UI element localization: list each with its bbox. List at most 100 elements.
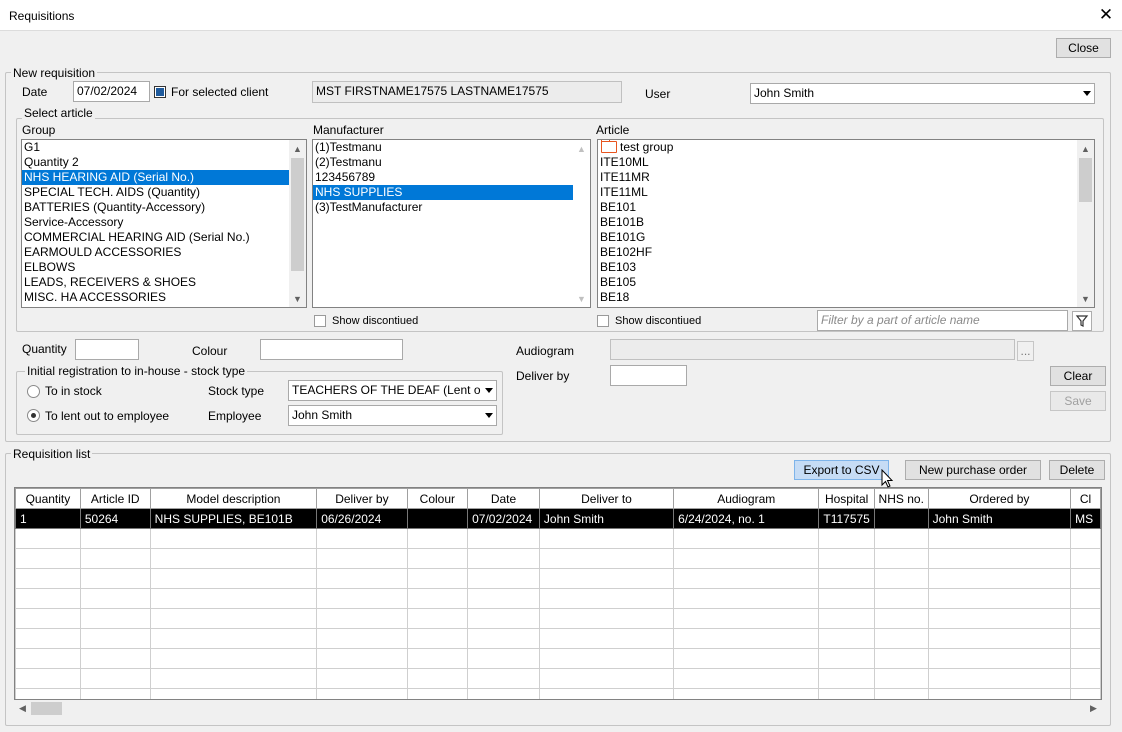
article-list-item[interactable]: ITE11ML xyxy=(598,185,1094,200)
table-cell xyxy=(538,688,675,699)
clear-button[interactable]: Clear xyxy=(1050,366,1106,386)
column-header[interactable]: Colour xyxy=(406,488,469,509)
article-listbox[interactable]: test group ITE10ML ITE11MR ITE11ML BE101 BE1… xyxy=(597,139,1095,308)
group-list-item[interactable]: EARMOULD ACCESSORIES xyxy=(22,245,306,260)
group-list-item[interactable]: Service-Accessory xyxy=(22,215,306,230)
column-header[interactable]: Hospital xyxy=(818,488,875,509)
group-list-item[interactable]: SPECIAL TECH. AIDS (Quantity) xyxy=(22,185,306,200)
chevron-down-icon[interactable] xyxy=(481,381,496,400)
scroll-right-icon[interactable]: ▶ xyxy=(1085,700,1102,717)
stock-type-value: TEACHERS OF THE DEAF (Lent o xyxy=(292,383,481,397)
column-header[interactable]: Date xyxy=(467,488,540,509)
article-list-item[interactable]: BE101G xyxy=(598,230,1094,245)
article-list-item[interactable]: ITE11MR xyxy=(598,170,1094,185)
quantity-field[interactable] xyxy=(75,339,139,360)
table-cell xyxy=(818,648,875,669)
scroll-up-icon[interactable]: ▲ xyxy=(1077,140,1094,157)
table-cell xyxy=(15,588,81,609)
article-list-item[interactable]: BE101 xyxy=(598,200,1094,215)
save-button[interactable]: Save xyxy=(1050,391,1106,411)
delete-button[interactable]: Delete xyxy=(1049,460,1105,480)
table-cell xyxy=(15,548,81,569)
for-selected-client-checkbox[interactable] xyxy=(154,86,166,98)
group-listbox[interactable]: G1 Quantity 2 NHS HEARING AID (Serial No.)… xyxy=(21,139,307,308)
table-cell: NHS SUPPLIES, BE101B xyxy=(149,508,318,529)
to-in-stock-radio[interactable] xyxy=(27,385,40,398)
scroll-down-icon[interactable]: ▼ xyxy=(289,290,306,307)
article-folder-item[interactable]: test group xyxy=(598,140,1094,155)
chevron-down-icon[interactable] xyxy=(1079,84,1094,103)
manufacturer-list-item[interactable]: NHS SUPPLIES xyxy=(313,185,590,200)
group-list-item[interactable]: G1 xyxy=(22,140,306,155)
manufacturer-list-item[interactable]: (3)TestManufacturer xyxy=(313,200,590,215)
column-header[interactable]: Audiogram xyxy=(673,488,820,509)
table-row[interactable]: 1 50264 NHS SUPPLIES, BE101B 06/26/2024 07/0… xyxy=(15,508,1101,529)
article-scrollbar[interactable]: ▲ ▼ xyxy=(1077,140,1094,307)
article-list-item[interactable]: BE18 xyxy=(598,290,1094,305)
scroll-thumb[interactable] xyxy=(291,158,304,271)
column-header[interactable]: Article ID xyxy=(79,488,151,509)
user-label: User xyxy=(645,87,671,101)
column-header[interactable]: Deliver to xyxy=(538,488,675,509)
group-list-item[interactable]: NHS HEARING AID (Serial No.) xyxy=(22,170,306,185)
manufacturer-list-item[interactable]: (2)Testmanu xyxy=(313,155,590,170)
deliver-by-field[interactable] xyxy=(610,365,687,386)
column-header[interactable]: Cl xyxy=(1070,488,1101,509)
chevron-down-icon[interactable] xyxy=(481,406,496,425)
funnel-icon[interactable] xyxy=(1072,311,1092,331)
group-list-item[interactable]: LEADS, RECEIVERS & SHOES xyxy=(22,275,306,290)
group-scrollbar[interactable]: ▲ ▼ xyxy=(289,140,306,307)
article-filter-input[interactable]: Filter by a part of article name xyxy=(817,310,1068,331)
column-header[interactable]: NHS no. xyxy=(873,488,929,509)
table-cell xyxy=(1070,628,1101,649)
table-cell xyxy=(149,668,318,689)
scroll-down-icon[interactable]: ▼ xyxy=(1077,290,1094,307)
scroll-up-icon[interactable]: ▲ xyxy=(289,140,306,157)
scroll-up-icon[interactable]: ▲ xyxy=(573,140,590,157)
audiogram-browse-button[interactable]: ... xyxy=(1017,341,1034,361)
scroll-left-icon[interactable]: ◀ xyxy=(14,700,31,717)
article-show-discontinued-checkbox[interactable] xyxy=(597,315,609,327)
user-select[interactable]: John Smith xyxy=(750,83,1095,104)
window-close-icon[interactable]: ✕ xyxy=(1097,6,1115,24)
scroll-thumb[interactable] xyxy=(31,702,62,715)
scroll-down-icon[interactable]: ▼ xyxy=(573,290,590,307)
manufacturer-show-discontinued-checkbox[interactable] xyxy=(314,315,326,327)
table-cell: T117575 xyxy=(818,508,875,529)
manufacturer-listbox[interactable]: (1)Testmanu (2)Testmanu 123456789 NHS SUPPL… xyxy=(312,139,591,308)
scroll-thumb[interactable] xyxy=(1079,158,1092,202)
table-cell xyxy=(873,508,929,529)
column-header[interactable]: Model description xyxy=(149,488,318,509)
group-list-item[interactable]: MISC. HA ACCESSORIES xyxy=(22,290,306,305)
group-list-item[interactable]: BATTERIES (Quantity-Accessory) xyxy=(22,200,306,215)
table-cell xyxy=(406,588,469,609)
table-cell xyxy=(15,528,81,549)
column-header[interactable]: Ordered by xyxy=(927,488,1072,509)
manufacturer-list-item[interactable]: 123456789 xyxy=(313,170,590,185)
column-header[interactable]: Deliver by xyxy=(316,488,408,509)
new-purchase-order-button[interactable]: New purchase order xyxy=(905,460,1041,480)
close-button[interactable]: Close xyxy=(1056,38,1111,58)
export-csv-button[interactable]: Export to CSV xyxy=(794,460,889,480)
colour-field[interactable] xyxy=(260,339,403,360)
table-horizontal-scrollbar[interactable]: ◀ ▶ xyxy=(14,700,1102,717)
table-cell xyxy=(149,688,318,699)
article-list-item[interactable]: BE101B xyxy=(598,215,1094,230)
manufacturer-list-item[interactable]: (1)Testmanu xyxy=(313,140,590,155)
employee-select[interactable]: John Smith xyxy=(288,405,497,426)
date-field[interactable]: 07/02/2024 xyxy=(73,81,150,102)
empty-table-row xyxy=(15,628,1101,649)
group-list-item[interactable]: ELBOWS xyxy=(22,260,306,275)
group-list-item[interactable]: Quantity 2 xyxy=(22,155,306,170)
column-header[interactable]: Quantity xyxy=(15,488,81,509)
table-cell xyxy=(927,668,1072,689)
article-list-item[interactable]: BE105 xyxy=(598,275,1094,290)
stock-type-select[interactable]: TEACHERS OF THE DEAF (Lent o xyxy=(288,380,497,401)
article-list-item[interactable]: BE103 xyxy=(598,260,1094,275)
article-list-item[interactable]: BE102HF xyxy=(598,245,1094,260)
article-list-item[interactable]: ITE10ML xyxy=(598,155,1094,170)
manufacturer-scrollbar[interactable]: ▲ ▼ xyxy=(573,140,590,307)
table-cell xyxy=(467,588,540,609)
to-lent-radio[interactable] xyxy=(27,409,40,422)
group-list-item[interactable]: COMMERCIAL HEARING AID (Serial No.) xyxy=(22,230,306,245)
